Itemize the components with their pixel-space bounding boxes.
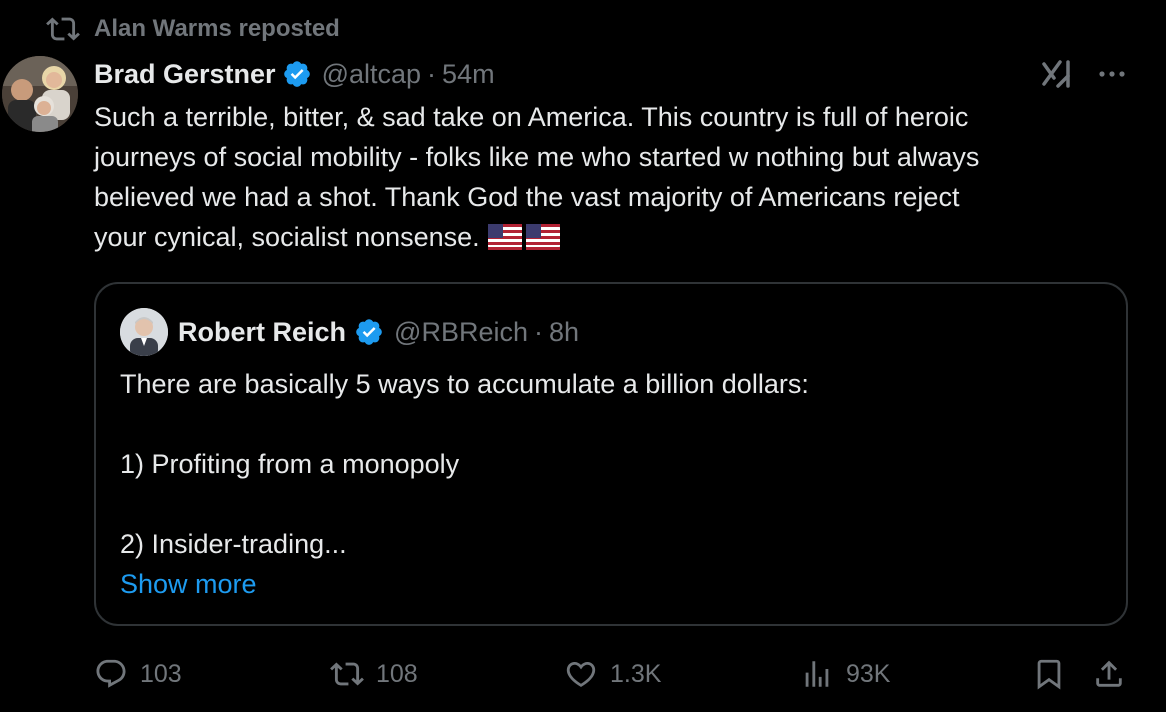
us-flag-icon <box>525 224 560 250</box>
flag-emojis <box>487 224 560 250</box>
more-options-icon[interactable] <box>1095 60 1129 88</box>
quoted-post-text: There are basically 5 ways to accumulate… <box>120 364 1100 604</box>
verified-badge-icon[interactable] <box>354 317 384 347</box>
us-flag-icon <box>487 224 522 250</box>
action-bar: 103 108 1.3K 93K <box>94 652 1134 696</box>
repost-label: Alan Warms reposted <box>94 15 340 42</box>
quoted-paragraph: 1) Profiting from a monopoly <box>120 449 460 479</box>
post-text-line-content: your cynical, socialist nonsense. <box>94 222 480 252</box>
bookmark-icon <box>1037 659 1061 690</box>
quoted-post-timestamp[interactable]: 8h <box>549 317 579 348</box>
author-handle[interactable]: @altcap <box>322 59 421 90</box>
post-text-line: Such a terrible, bitter, & sad take on A… <box>94 102 969 132</box>
repost-button[interactable]: 108 <box>330 652 418 696</box>
reply-icon <box>96 659 126 688</box>
repost-count: 108 <box>376 659 418 688</box>
post-header: Brad Gerstner @altcap · 54m <box>94 54 495 94</box>
repost-icon <box>46 17 80 41</box>
share-icon <box>1096 660 1122 687</box>
verified-badge-icon[interactable] <box>282 59 312 89</box>
quoted-post-header: Robert Reich @RBReich · 8h <box>178 312 579 352</box>
post-text-line: journeys of social mobility - folks like… <box>94 142 980 172</box>
author-avatar[interactable] <box>2 56 78 132</box>
quoted-author-avatar[interactable] <box>120 308 168 356</box>
heart-icon <box>566 661 596 687</box>
quoted-post[interactable]: Robert Reich @RBReich · 8h There are bas… <box>94 282 1128 626</box>
post-text: Such a terrible, bitter, & sad take on A… <box>94 97 1144 257</box>
post-text-line-last: your cynical, socialist nonsense. <box>94 217 1144 257</box>
views-count: 93K <box>846 659 891 688</box>
show-more-link[interactable]: Show more <box>120 564 1100 604</box>
like-count: 1.3K <box>610 659 662 688</box>
post-text-line: believed we had a shot. Thank God the va… <box>94 182 960 212</box>
views-button[interactable]: 93K <box>800 652 890 696</box>
reply-button[interactable]: 103 <box>94 652 182 696</box>
repost-icon <box>330 662 364 686</box>
repost-indicator[interactable]: Alan Warms reposted <box>46 14 340 44</box>
reply-count: 103 <box>140 659 182 688</box>
quoted-paragraph: 2) Insider-trading... <box>120 529 347 559</box>
like-button[interactable]: 1.3K <box>564 652 661 696</box>
separator-dot: · <box>533 316 543 347</box>
quoted-author-handle[interactable]: @RBReich <box>394 317 528 348</box>
author-name[interactable]: Brad Gerstner <box>94 59 276 90</box>
bookmark-button[interactable] <box>1032 652 1066 696</box>
quoted-author-name[interactable]: Robert Reich <box>178 317 346 348</box>
grok-icon[interactable] <box>1038 54 1078 94</box>
post-timestamp[interactable]: 54m <box>442 59 495 90</box>
quoted-paragraph: There are basically 5 ways to accumulate… <box>120 369 809 399</box>
share-button[interactable] <box>1092 652 1126 696</box>
views-icon <box>805 661 829 687</box>
separator-dot: · <box>427 58 437 89</box>
